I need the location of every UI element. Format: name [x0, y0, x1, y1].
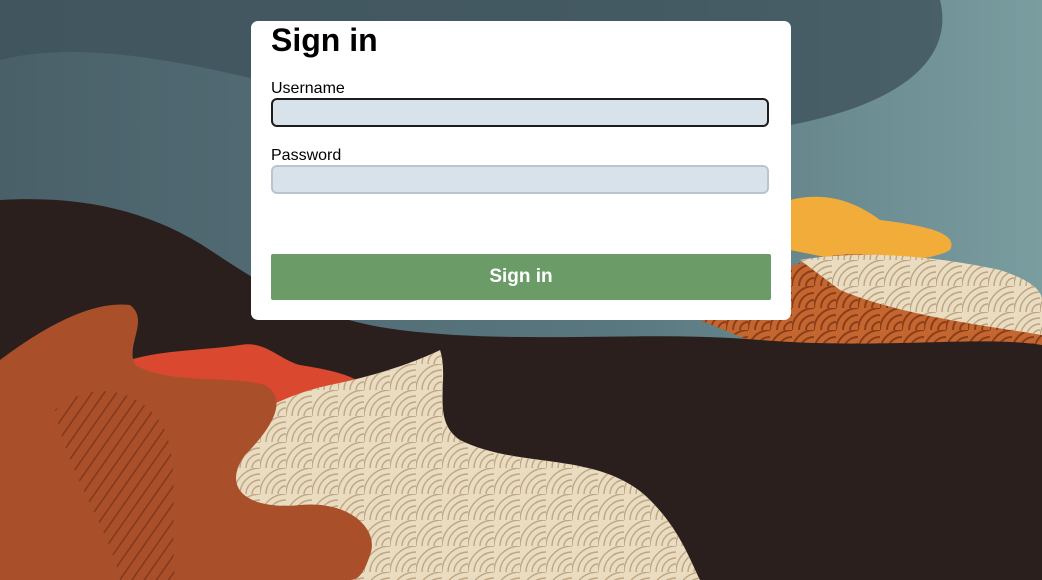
- password-label: Password: [271, 147, 342, 164]
- username-label: Username: [271, 80, 345, 97]
- sign-in-button[interactable]: Sign in: [271, 254, 771, 300]
- password-input[interactable]: [271, 165, 769, 194]
- sign-in-page: Sign in Username Password Sign in: [0, 0, 1042, 580]
- sign-in-card: Sign in Username Password Sign in: [251, 21, 791, 320]
- username-input[interactable]: [271, 98, 769, 127]
- page-title: Sign in: [271, 22, 378, 58]
